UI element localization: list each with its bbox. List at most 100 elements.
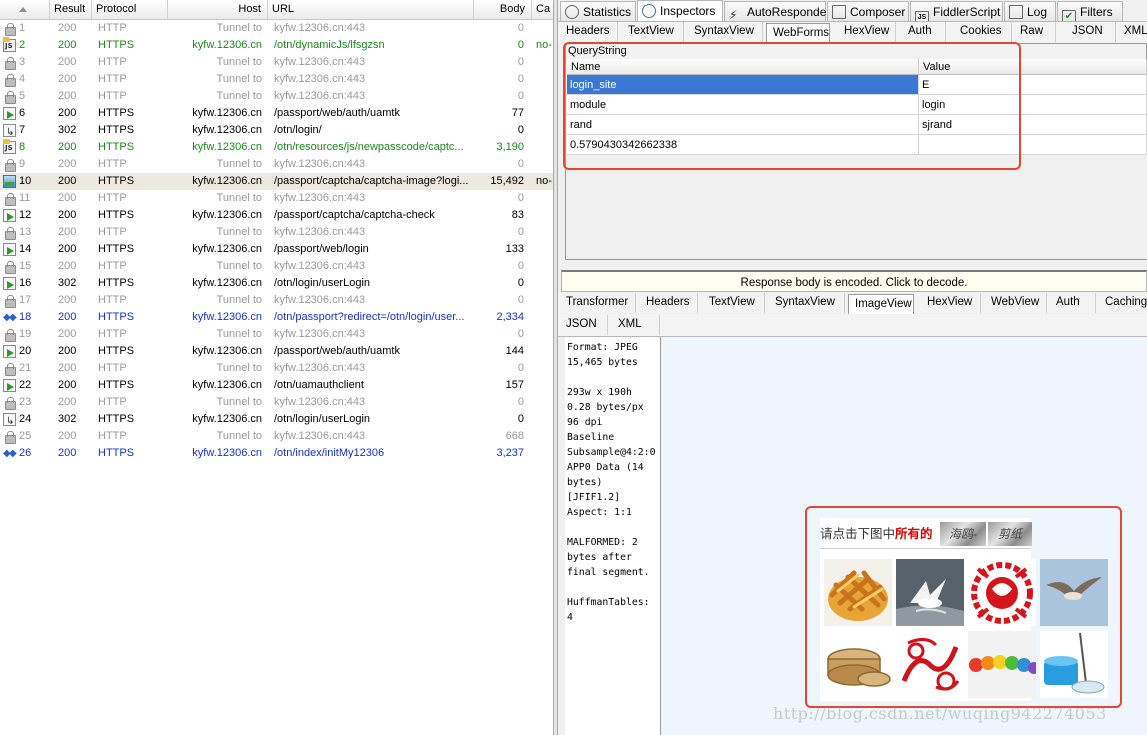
column-header-host[interactable]: Host — [168, 0, 268, 19]
session-protocol: HTTPS — [98, 243, 135, 255]
arrows-icon — [3, 309, 17, 326]
session-row[interactable]: 5 200 HTTP Tunnel to kyfw.12306.cn:443 0 — [0, 88, 553, 105]
querystring-name[interactable]: login_site — [567, 75, 919, 95]
request-tab-webforms[interactable]: WebForms — [766, 23, 830, 43]
session-row[interactable]: 15 200 HTTP Tunnel to kyfw.12306.cn:443 0 — [0, 258, 553, 275]
response-tab-json[interactable]: JSON — [560, 315, 608, 335]
response-tab-xml[interactable]: XML — [612, 315, 660, 335]
tab-composer[interactable]: Composer — [827, 1, 909, 21]
tab-inspectors[interactable]: Inspectors — [637, 0, 723, 22]
response-tab-caching[interactable]: Caching — [1099, 293, 1147, 313]
session-body: 0 — [517, 192, 524, 204]
response-tab-textview[interactable]: TextView — [703, 293, 765, 313]
session-row[interactable]: 8 200 HTTPS kyfw.12306.cn/otn/resources/js/… — [0, 139, 553, 156]
session-icon-cell — [3, 445, 17, 462]
session-caching — [536, 156, 553, 173]
session-row[interactable]: 14 200 HTTPS kyfw.12306.cn/passport/web/log… — [0, 241, 553, 258]
session-row[interactable]: 16 302 HTTPS kyfw.12306.cn/otn/login/userLo… — [0, 275, 553, 292]
session-result: 200 — [58, 396, 77, 408]
session-result: 200 — [58, 22, 77, 34]
session-host: Tunnel to — [216, 294, 262, 306]
session-row[interactable]: 18 200 HTTPS kyfw.12306.cn/otn/passport?red… — [0, 309, 553, 326]
session-row[interactable]: 13 200 HTTP Tunnel to kyfw.12306.cn:443 0 — [0, 224, 553, 241]
querystring-name[interactable]: rand — [567, 115, 919, 135]
response-tab-headers[interactable]: Headers — [640, 293, 698, 313]
request-tab-raw[interactable]: Raw — [1014, 22, 1056, 42]
session-row[interactable]: 22 200 HTTPS kyfw.12306.cn/otn/uamauthclien… — [0, 377, 553, 394]
session-row[interactable]: 1 200 HTTP Tunnel to kyfw.12306.cn:443 0 — [0, 20, 553, 37]
request-tab-syntaxview[interactable]: SyntaxView — [688, 22, 763, 42]
column-header-protocol[interactable]: Protocol — [92, 0, 168, 19]
response-tab-transformer[interactable]: Transformer — [560, 293, 636, 313]
column-header-url[interactable]: URL — [268, 0, 474, 19]
request-tab-headers[interactable]: Headers — [560, 22, 618, 42]
column-header-caching[interactable]: Ca — [532, 0, 553, 19]
response-decode-notice[interactable]: Response body is encoded. Click to decod… — [561, 270, 1147, 292]
session-row[interactable]: 4 200 HTTP Tunnel to kyfw.12306.cn:443 0 — [0, 71, 553, 88]
request-tab-hexview[interactable]: HexView — [838, 22, 896, 42]
session-result: 200 — [58, 90, 77, 102]
response-tab-webview[interactable]: WebView — [985, 293, 1047, 313]
response-tab-syntaxview[interactable]: SyntaxView — [769, 293, 845, 313]
session-row[interactable]: 6 200 HTTPS kyfw.12306.cn/passport/web/auth… — [0, 105, 553, 122]
response-tab-hexview[interactable]: HexView — [921, 293, 981, 313]
session-row[interactable]: 24 302 HTTPS kyfw.12306.cn/otn/login/userLo… — [0, 411, 553, 428]
session-row[interactable]: 21 200 HTTP Tunnel to kyfw.12306.cn:443 0 — [0, 360, 553, 377]
column-header-num[interactable] — [0, 0, 50, 19]
session-row[interactable]: 9 200 HTTP Tunnel to kyfw.12306.cn:443 0 — [0, 156, 553, 173]
session-row[interactable]: 26 200 HTTPS kyfw.12306.cn/otn/index/initMy… — [0, 445, 553, 462]
querystring-row[interactable]: login_site E — [567, 75, 1147, 95]
session-row[interactable]: 10 200 HTTPS kyfw.12306.cn/passport/captcha… — [0, 173, 553, 190]
session-protocol: HTTPS — [98, 209, 135, 221]
session-row[interactable]: 19 200 HTTP Tunnel to kyfw.12306.cn:443 0 — [0, 326, 553, 343]
session-row[interactable]: 23 200 HTTP Tunnel to kyfw.12306.cn:443 0 — [0, 394, 553, 411]
request-tab-cookies[interactable]: Cookies — [954, 22, 1012, 42]
session-protocol: HTTP — [98, 73, 127, 85]
tab-filters[interactable]: ✔ Filters — [1057, 1, 1123, 24]
session-number: 6 — [19, 107, 26, 119]
querystring-panel: QueryString Name Value login_site E modu… — [565, 43, 1147, 260]
session-host: Tunnel to — [216, 260, 262, 272]
session-host: Tunnel to — [216, 22, 262, 34]
session-row[interactable]: 17 200 HTTP Tunnel to kyfw.12306.cn:443 0 — [0, 292, 553, 309]
session-row[interactable]: 11 200 HTTP Tunnel to kyfw.12306.cn:443 0 — [0, 190, 553, 207]
request-tab-json[interactable]: JSON — [1066, 22, 1116, 42]
request-tab-auth[interactable]: Auth — [902, 22, 946, 42]
session-result: 200 — [58, 175, 77, 187]
querystring-value[interactable]: sjrand — [919, 115, 1147, 135]
querystring-title: QueryString — [568, 45, 627, 57]
querystring-name[interactable]: 0.5790430342662338 — [567, 135, 919, 155]
response-tab-auth[interactable]: Auth — [1050, 293, 1096, 313]
querystring-row[interactable]: 0.5790430342662338 — [567, 135, 1147, 155]
session-row[interactable]: 25 200 HTTP Tunnel to kyfw.12306.cn:443 668 — [0, 428, 553, 445]
request-tab-textview[interactable]: TextView — [622, 22, 684, 42]
querystring-name[interactable]: module — [567, 95, 919, 115]
session-row[interactable]: 12 200 HTTPS kyfw.12306.cn/passport/captcha… — [0, 207, 553, 224]
response-tab-imageview[interactable]: ImageView — [848, 294, 914, 314]
session-caching — [536, 207, 553, 224]
session-row[interactable]: 2 200 HTTPS kyfw.12306.cn/otn/dynamicJs/lfs… — [0, 37, 553, 54]
column-header-body[interactable]: Body — [474, 0, 532, 19]
session-result: 302 — [58, 413, 77, 425]
grid-header-value[interactable]: Value — [919, 59, 1147, 75]
request-tab-xml[interactable]: XML — [1118, 22, 1147, 42]
querystring-value[interactable] — [919, 135, 1147, 155]
session-icon-cell — [3, 54, 17, 71]
querystring-value[interactable]: login — [919, 95, 1147, 115]
captcha-tile-paper-cut — [968, 559, 1036, 626]
session-list[interactable]: Result Protocol Host URL Body Ca 1 200 HTT… — [0, 0, 553, 735]
querystring-row[interactable]: module login — [567, 95, 1147, 115]
grid-header-name[interactable]: Name — [567, 59, 919, 75]
session-row[interactable]: 3 200 HTTP Tunnel to kyfw.12306.cn:443 0 — [0, 54, 553, 71]
session-caching — [536, 428, 553, 445]
session-body: 77 — [511, 107, 524, 119]
querystring-row[interactable]: rand sjrand — [567, 115, 1147, 135]
session-row[interactable]: 7 302 HTTPS kyfw.12306.cn/otn/login/0 — [0, 122, 553, 139]
tab-statistics[interactable]: Statistics — [560, 1, 636, 21]
querystring-value[interactable]: E — [919, 75, 1147, 95]
tab-log[interactable]: Log — [1004, 1, 1056, 21]
column-header-result[interactable]: Result — [50, 0, 92, 19]
session-row[interactable]: 20 200 HTTPS kyfw.12306.cn/passport/web/aut… — [0, 343, 553, 360]
tab-autoresponder[interactable]: ⚡ AutoResponder — [724, 1, 830, 22]
tab-fiddlerscript[interactable]: JS FiddlerScript — [910, 1, 1003, 25]
